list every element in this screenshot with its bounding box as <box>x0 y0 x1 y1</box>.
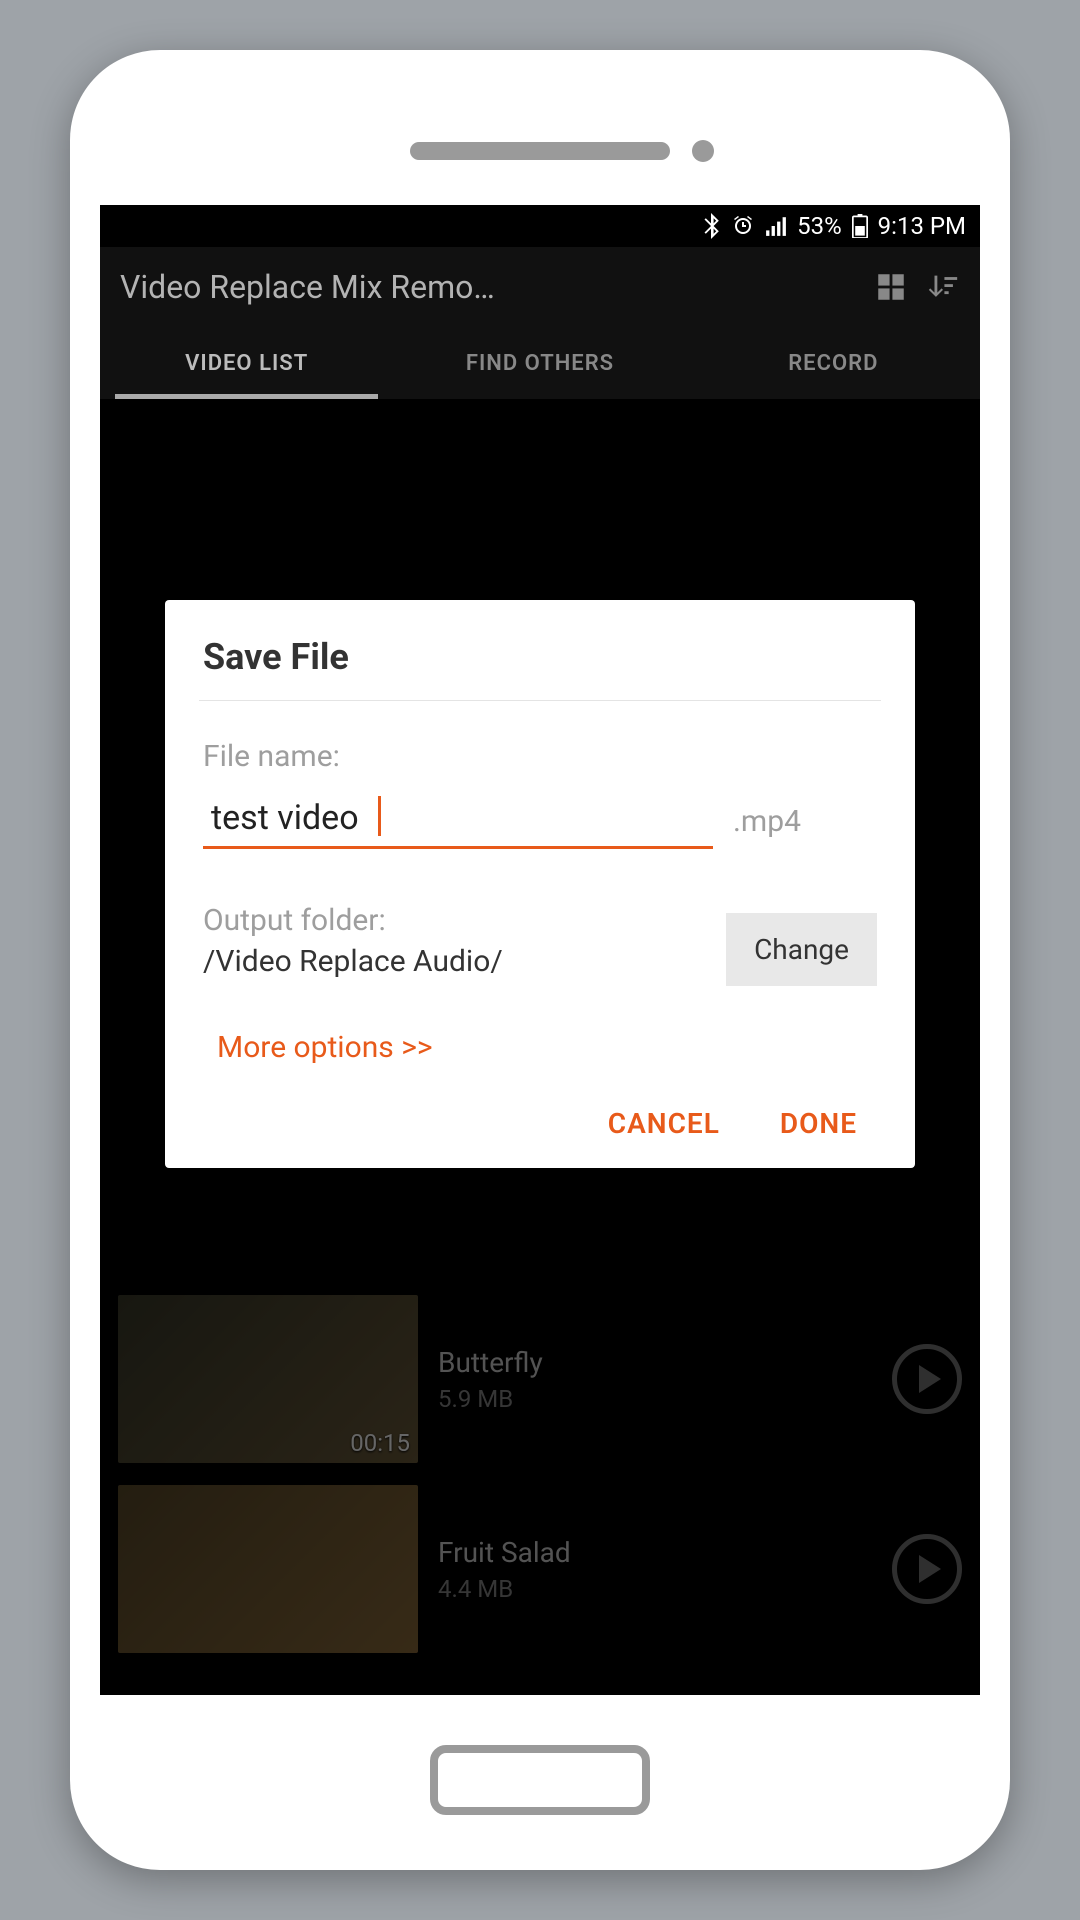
sort-icon[interactable] <box>926 270 960 304</box>
tab-video-list[interactable]: VIDEO LIST <box>100 327 393 399</box>
filename-input-wrapper <box>203 792 713 849</box>
output-folder-label: Output folder: <box>203 903 710 938</box>
done-button[interactable]: DONE <box>780 1107 857 1140</box>
home-button[interactable] <box>430 1745 650 1815</box>
battery-icon <box>852 214 868 238</box>
phone-speaker <box>410 142 670 160</box>
filename-field[interactable] <box>203 792 713 849</box>
output-folder-path: /Video Replace Audio/ <box>203 944 710 979</box>
filename-label: File name: <box>203 739 877 774</box>
clock-time: 9:13 PM <box>878 212 966 240</box>
app-header: Video Replace Mix Remo… <box>100 247 980 327</box>
tab-label: FIND OTHERS <box>466 351 614 376</box>
tab-label: VIDEO LIST <box>185 351 308 376</box>
tab-record[interactable]: RECORD <box>687 327 980 399</box>
signal-icon <box>765 215 787 237</box>
change-folder-button[interactable]: Change <box>726 913 877 986</box>
tabs: VIDEO LIST FIND OTHERS RECORD <box>100 327 980 399</box>
tab-label: RECORD <box>788 351 878 376</box>
more-options-link[interactable]: More options >> <box>217 1030 877 1065</box>
cancel-button[interactable]: CANCEL <box>608 1107 720 1140</box>
tab-find-others[interactable]: FIND OTHERS <box>393 327 686 399</box>
bluetooth-icon <box>701 213 721 239</box>
divider <box>199 700 881 701</box>
phone-frame: 53% 9:13 PM Video Replace Mix Remo… VIDE… <box>70 50 1010 1870</box>
phone-camera <box>692 140 714 162</box>
save-file-dialog: Save File File name: .mp4 Output folder:… <box>165 600 915 1168</box>
screen: 53% 9:13 PM Video Replace Mix Remo… VIDE… <box>100 205 980 1695</box>
battery-percent: 53% <box>797 212 842 240</box>
text-cursor <box>378 796 381 836</box>
file-extension: .mp4 <box>733 804 801 839</box>
dialog-title: Save File <box>203 636 877 678</box>
app-title: Video Replace Mix Remo… <box>120 268 856 306</box>
grid-view-icon[interactable] <box>874 270 908 304</box>
status-bar: 53% 9:13 PM <box>100 205 980 247</box>
alarm-icon <box>731 214 755 238</box>
